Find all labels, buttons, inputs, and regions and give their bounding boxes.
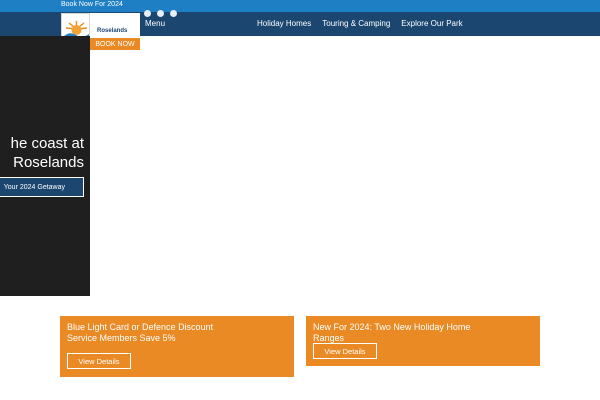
- logo-panel: [90, 13, 140, 38]
- hero-title-line-2: Roselands: [13, 154, 84, 171]
- menu-button[interactable]: Menu: [145, 19, 165, 28]
- book-now-button[interactable]: BOOK NOW: [90, 38, 140, 50]
- hero-section: he coast at Roselands Your 2024 Getaway: [0, 36, 90, 296]
- offer-card-blue-light: Blue Light Card or Defence Discount Serv…: [60, 316, 294, 377]
- offer-card-title: New For 2024: Two New Holiday Home Range…: [313, 322, 471, 343]
- hero-title-line-1: he coast at: [10, 135, 84, 152]
- offer-card-title: Blue Light Card or Defence Discount Serv…: [67, 322, 214, 343]
- top-announcement-bar: Book Now For 2024: [0, 0, 600, 12]
- hero-cta-button[interactable]: Your 2024 Getaway: [0, 177, 84, 197]
- nav-link-explore-park[interactable]: Explore Our Park: [401, 19, 462, 28]
- logo-text[interactable]: Roselands: [97, 28, 127, 34]
- offer-card-new-ranges: New For 2024: Two New Holiday Home Range…: [306, 316, 540, 366]
- nav-link-touring-camping[interactable]: Touring & Camping: [322, 19, 390, 28]
- view-details-button[interactable]: View Details: [67, 353, 131, 369]
- top-announcement-text[interactable]: Book Now For 2024: [61, 1, 123, 8]
- nav-link-holiday-homes[interactable]: Holiday Homes: [257, 19, 311, 28]
- view-details-button[interactable]: View Details: [313, 343, 377, 359]
- nav-links: Holiday Homes Touring & Camping Explore …: [257, 19, 463, 28]
- menu-dots-icon[interactable]: [144, 10, 177, 17]
- hero-title: he coast at Roselands: [0, 134, 84, 172]
